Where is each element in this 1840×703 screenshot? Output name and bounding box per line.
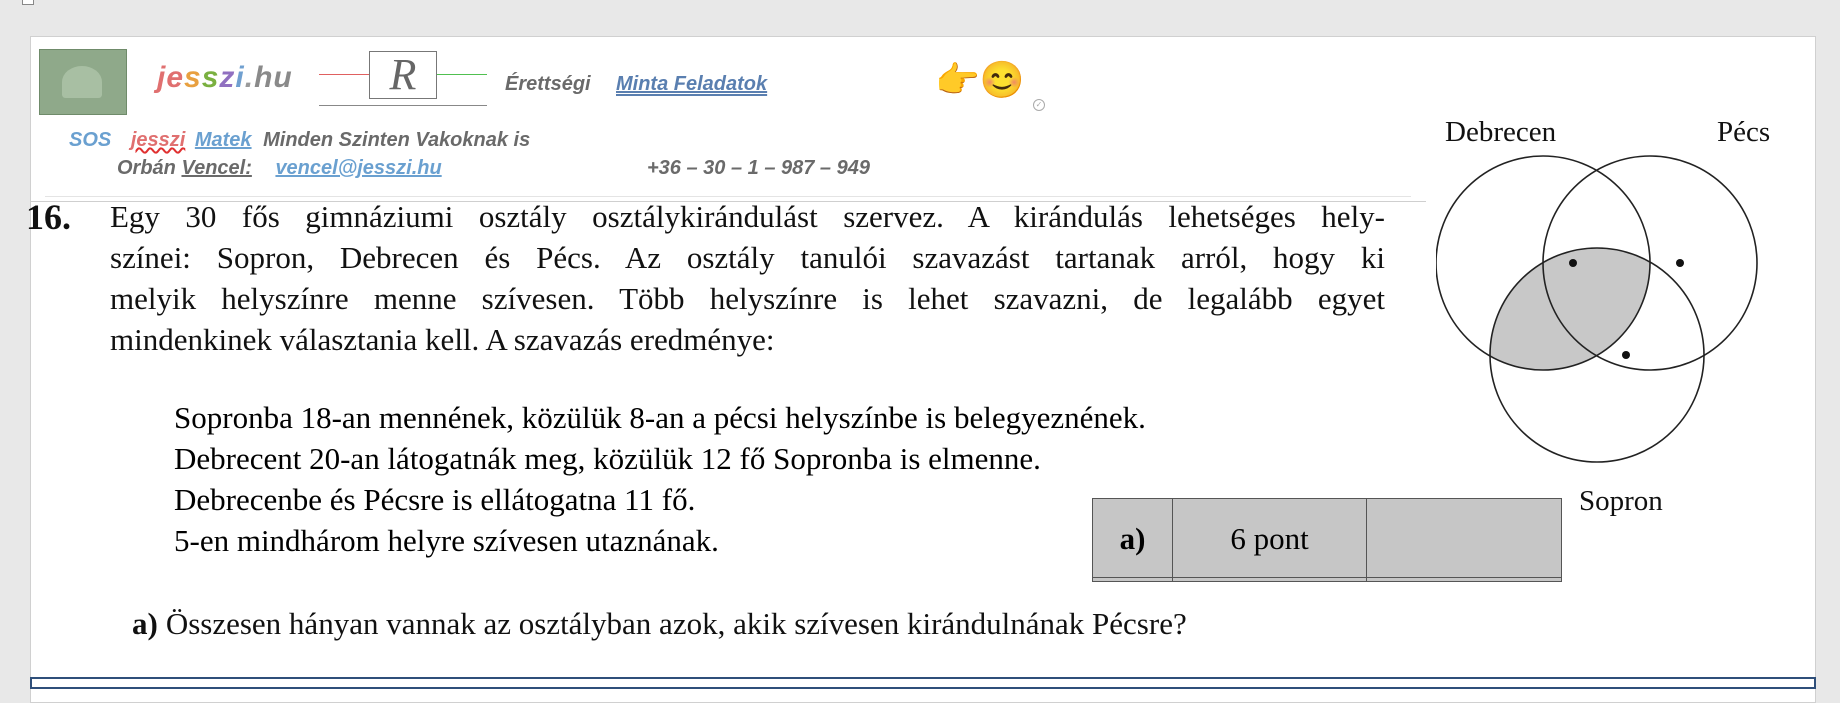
pointing-smile-emoji-icon: 👉😊 <box>935 60 1025 100</box>
question-text: Összesen hányan vannak az osztályban azo… <box>165 606 1187 641</box>
vote-item: Debrecent 20-an látogatnák meg, közülük … <box>174 441 1041 476</box>
venn-label-debrecen: Debrecen <box>1445 116 1557 148</box>
question-label: a) <box>132 606 158 641</box>
problem-number: 16. <box>26 197 71 237</box>
check-circle-icon: ✓ <box>1033 99 1045 111</box>
brand-letter: i <box>235 61 245 94</box>
brand-tld: hu <box>254 61 293 94</box>
intersection-dot <box>1676 259 1684 267</box>
problem-intro: Egy 30 fős gimnáziumi osztály osztálykir… <box>110 196 1385 360</box>
arrow-left-line <box>319 74 369 75</box>
venn-label-sopron: Sopron <box>1579 485 1663 517</box>
sos-label: SOS <box>69 129 112 151</box>
intro-line: melyik helyszínre menne szívesen. Több h… <box>110 281 1385 316</box>
brand-letter: s <box>201 61 220 94</box>
phone-number: +36 – 30 – 1 – 987 – 949 <box>647 157 870 179</box>
nav-erettsegi: Érettségi <box>505 73 591 95</box>
arrow-right-line <box>437 74 487 75</box>
venn-label-pecs: Pécs <box>1717 116 1770 148</box>
score-points-cell: 6 pont <box>1173 499 1367 581</box>
intro-line: színei: Sopron, Debrecen és Pécs. Az osz… <box>110 240 1385 275</box>
r-logo-icon: R <box>319 51 497 106</box>
intro-line: Egy 30 fős gimnáziumi osztály osztálykir… <box>110 199 1385 234</box>
nav-minta-feladatok-link[interactable]: Minta Feladatok <box>616 73 767 96</box>
score-part-cell: a) <box>1093 499 1173 581</box>
venn-diagram: Debrecen Pécs Sopron <box>1436 116 1770 517</box>
bottom-border <box>30 677 1816 689</box>
vote-item: 5-en mindhárom helyre szívesen utaznának… <box>174 523 719 558</box>
underline <box>319 105 487 106</box>
question-a: a) Összesen hányan vannak az osztályban a… <box>132 606 1187 642</box>
contact-line: Orbán Vencel: vencel@jesszi.hu <box>117 157 442 180</box>
brand-logo[interactable]: jesszi.hu <box>157 61 293 95</box>
tagline-text: Minden Szinten Vakoknak is <box>263 129 531 151</box>
author-name: Orbán <box>117 157 176 179</box>
jesszi-link[interactable]: jesszi <box>131 129 185 151</box>
table-bottom-line <box>1093 577 1561 578</box>
heart-logo-icon <box>39 49 127 115</box>
intro-line: mindenkinek választania kell. A szavazás… <box>110 322 775 357</box>
brand-letter: e <box>166 61 185 94</box>
header-tagline: SOS jesszi Matek Minden Szinten Vakoknak… <box>69 129 530 152</box>
intersection-dot <box>1569 259 1577 267</box>
brand-letter: s <box>184 61 202 94</box>
corner-mark <box>22 0 34 5</box>
page-header: jesszi.hu R Érettségi Minta Feladatok 👉😊… <box>31 37 1426 201</box>
vote-item: Debrecenbe és Pécsre is ellátogatna 11 f… <box>174 482 696 517</box>
author-vencel: Vencel: <box>181 157 252 179</box>
brand-dot: . <box>244 61 255 94</box>
r-letter: R <box>369 51 437 99</box>
vote-item: Sopronba 18-an mennének, közülük 8-an a … <box>174 400 1146 435</box>
brand-letter: z <box>219 61 236 94</box>
matek-link[interactable]: Matek <box>195 129 252 151</box>
intersection-dot <box>1622 351 1630 359</box>
email-link[interactable]: vencel@jesszi.hu <box>275 157 441 179</box>
brand-letter: j <box>157 61 167 94</box>
